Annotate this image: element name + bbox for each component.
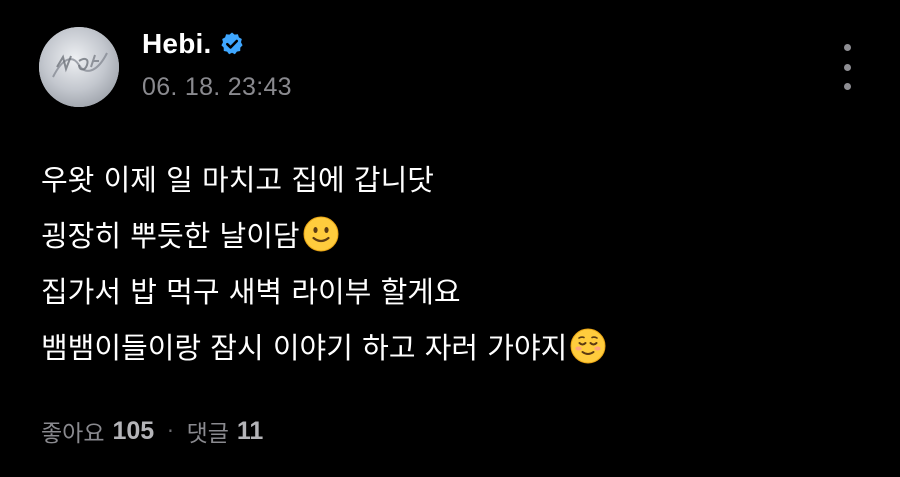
more-vertical-icon-dot bbox=[843, 44, 851, 51]
post-line-text: 굉장히 뿌듯한 날이담 bbox=[41, 219, 300, 253]
post-footer: 좋아요 105 · 댓글 11 bbox=[41, 414, 263, 448]
slightly-smiling-face-icon bbox=[302, 215, 340, 253]
likes-count: 105 bbox=[112, 416, 155, 445]
post-line: 집가서 밥 먹구 새벽 라이부 할게요 bbox=[41, 262, 861, 318]
footer-separator: · bbox=[167, 419, 174, 443]
more-options-button[interactable] bbox=[832, 44, 862, 90]
author-name[interactable]: Hebi. bbox=[142, 28, 211, 60]
post-text: 우왓 이제 일 마치고 집에 갑니닷 굉장히 뿌듯한 날이담 집가서 밥 먹구 … bbox=[41, 150, 861, 374]
more-vertical-icon-dot bbox=[843, 83, 851, 90]
post-line-text: 뱀뱀이들이랑 잠시 이야기 하고 자러 가야지 bbox=[41, 331, 568, 365]
post-timestamp: 06. 18. 23:43 bbox=[142, 73, 292, 101]
likes-button[interactable]: 좋아요 105 bbox=[41, 414, 154, 448]
post-line-text: 우왓 이제 일 마치고 집에 갑니닷 bbox=[41, 163, 434, 197]
comments-count: 11 bbox=[236, 416, 264, 445]
relieved-face-icon bbox=[569, 327, 607, 365]
post-card: Hebi. 06. 18. 23:43 우왓 이제 일 마치고 집에 갑니닷 굉… bbox=[0, 0, 900, 477]
post-line: 우왓 이제 일 마치고 집에 갑니닷 bbox=[41, 150, 861, 206]
author-header: Hebi. bbox=[142, 28, 245, 60]
comments-label: 댓글 bbox=[186, 421, 229, 447]
post-line-text: 집가서 밥 먹구 새벽 라이부 할게요 bbox=[41, 275, 461, 309]
verified-badge-icon bbox=[219, 31, 245, 57]
post-line: 뱀뱀이들이랑 잠시 이야기 하고 자러 가야지 bbox=[41, 318, 861, 374]
likes-label: 좋아요 bbox=[41, 421, 105, 447]
comments-button[interactable]: 댓글 11 bbox=[187, 414, 264, 448]
post-line: 굉장히 뿌듯한 날이담 bbox=[41, 206, 861, 262]
more-vertical-icon-dot bbox=[843, 63, 851, 71]
avatar-image bbox=[39, 27, 119, 107]
author-avatar[interactable] bbox=[39, 27, 119, 107]
